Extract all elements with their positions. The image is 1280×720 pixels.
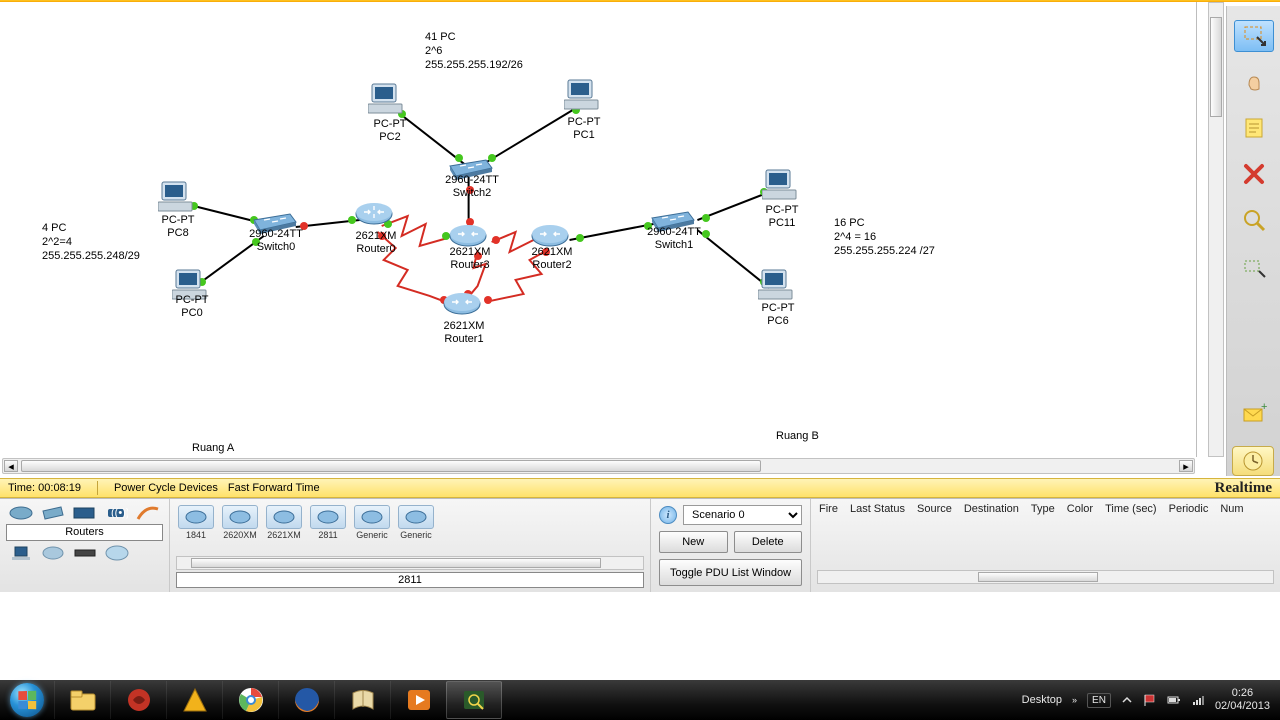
- area-a-label: Ruang A: [192, 442, 234, 454]
- realtime-sim-toggle[interactable]: [1232, 446, 1274, 476]
- sim-time: Time: 00:08:19: [8, 482, 81, 494]
- resize-tool[interactable]: [1234, 250, 1274, 282]
- note-left[interactable]: 4 PC2^2=4255.255.255.248/29: [42, 221, 140, 263]
- svg-text:+: +: [1261, 401, 1267, 413]
- device-pc1[interactable]: [564, 78, 600, 115]
- note-tool[interactable]: [1234, 112, 1274, 144]
- device-r1[interactable]: [442, 292, 482, 323]
- power-cycle-link[interactable]: Power Cycle Devices: [114, 482, 218, 494]
- note-top[interactable]: 41 PC2^6255.255.255.192/26: [425, 30, 523, 72]
- tray-network-icon[interactable]: [1191, 693, 1205, 707]
- tray-arrow-icon[interactable]: [1121, 694, 1133, 706]
- start-button[interactable]: [0, 680, 54, 720]
- device-pc6[interactable]: [758, 268, 794, 305]
- move-tool[interactable]: [1234, 66, 1274, 98]
- taskbar-explorer[interactable]: [54, 681, 110, 719]
- workspace-hscroll[interactable]: ◂▸: [2, 458, 1195, 474]
- tray-flag-icon[interactable]: [1143, 693, 1157, 707]
- device-model-2620xm[interactable]: 2620XM: [222, 505, 258, 540]
- delete-scenario-button[interactable]: Delete: [734, 531, 803, 553]
- tray-battery-icon[interactable]: [1167, 693, 1181, 707]
- cat-wan-icon[interactable]: [40, 545, 66, 561]
- right-toolbar: + +: [1226, 6, 1280, 476]
- taskbar-firefox[interactable]: [278, 681, 334, 719]
- cat-hubs-icon[interactable]: [72, 505, 98, 521]
- workspace-canvas[interactable]: 41 PC2^6255.255.255.192/26 4 PC2^2=4255.…: [0, 2, 1197, 457]
- svg-text:((•)): ((•)): [111, 507, 128, 519]
- pdu-hscroll[interactable]: [817, 570, 1274, 584]
- taskbar-app-red[interactable]: [110, 681, 166, 719]
- inspect-tool[interactable]: [1234, 204, 1274, 236]
- delete-tool[interactable]: [1234, 158, 1274, 190]
- tray-clock[interactable]: 0:2602/04/2013: [1215, 687, 1270, 713]
- device-model-2811[interactable]: 2811: [310, 505, 346, 540]
- device-model-1841[interactable]: 1841: [178, 505, 214, 540]
- device-pc8[interactable]: [158, 180, 194, 217]
- note-right[interactable]: 16 PC2^4 = 16255.255.255.224 /27: [834, 216, 935, 258]
- realtime-label: Realtime: [1215, 480, 1272, 497]
- show-desktop[interactable]: Desktop: [1022, 694, 1062, 706]
- taskbar-chrome[interactable]: [222, 681, 278, 719]
- taskbar-media[interactable]: [390, 681, 446, 719]
- area-b-label: Ruang B: [776, 430, 819, 442]
- cat-multi-icon[interactable]: [104, 545, 130, 561]
- cat-switches-icon[interactable]: [40, 505, 66, 521]
- device-models-panel: 1841 2620XM 2621XM 2811 Generic Generic …: [170, 499, 650, 592]
- device-model-generic1[interactable]: Generic: [354, 505, 390, 540]
- info-icon: i: [659, 506, 677, 524]
- device-r0[interactable]: [354, 202, 394, 233]
- fast-forward-link[interactable]: Fast Forward Time: [228, 482, 320, 494]
- windows-taskbar: Desktop » EN 0:2602/04/2013: [0, 680, 1280, 720]
- selected-model-name: 2811: [176, 572, 644, 588]
- cat-routers-icon[interactable]: [8, 505, 34, 521]
- cat-custom-icon[interactable]: [72, 545, 98, 561]
- cat-connections-icon[interactable]: [135, 505, 161, 521]
- scenario-panel: i Scenario 0 New Delete Toggle PDU List …: [650, 499, 810, 592]
- simulation-bar: Time: 00:08:19 Power Cycle Devices Fast …: [0, 478, 1280, 498]
- select-tool[interactable]: [1234, 20, 1274, 52]
- device-model-2621xm[interactable]: 2621XM: [266, 505, 302, 540]
- device-category-panel: ((•)) Routers: [0, 499, 170, 592]
- new-scenario-button[interactable]: New: [659, 531, 728, 553]
- language-indicator[interactable]: EN: [1087, 693, 1111, 708]
- add-simple-pdu[interactable]: +: [1234, 398, 1274, 430]
- device-pc11[interactable]: [762, 168, 798, 205]
- pdu-list-panel: FireLast StatusSourceDestinationTypeColo…: [810, 499, 1280, 592]
- cat-wireless-icon[interactable]: ((•)): [103, 505, 129, 521]
- pdu-list-header: FireLast StatusSourceDestinationTypeColo…: [811, 499, 1280, 519]
- scenario-select[interactable]: Scenario 0: [683, 505, 802, 525]
- toggle-pdu-list-button[interactable]: Toggle PDU List Window: [659, 559, 802, 586]
- taskbar-app-yellow[interactable]: [166, 681, 222, 719]
- category-name: Routers: [6, 524, 163, 541]
- taskbar-reader[interactable]: [334, 681, 390, 719]
- models-hscroll[interactable]: [176, 556, 644, 570]
- cat-end-icon[interactable]: [8, 545, 34, 561]
- device-model-generic2[interactable]: Generic: [398, 505, 434, 540]
- device-pc2[interactable]: [368, 82, 404, 119]
- workspace-vscroll[interactable]: [1208, 2, 1224, 457]
- taskbar-packettracer-active[interactable]: [446, 681, 502, 719]
